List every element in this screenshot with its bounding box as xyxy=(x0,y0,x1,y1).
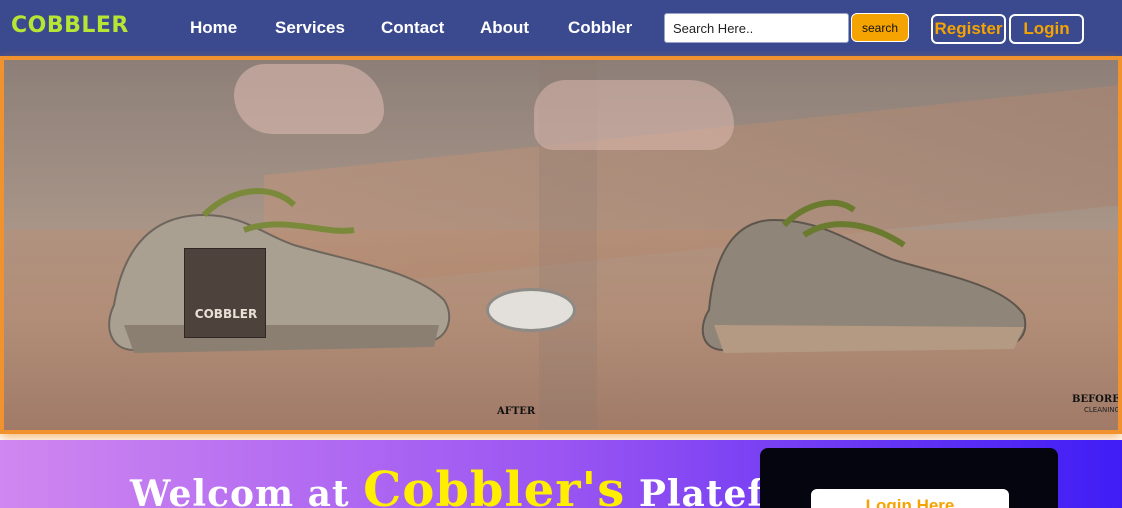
watch-image xyxy=(486,288,576,332)
brand-tag: COBBLER xyxy=(184,248,266,338)
hand-image xyxy=(534,80,734,150)
nav-link-about[interactable]: About xyxy=(480,18,529,38)
before-label: BEFORE xyxy=(1072,394,1120,405)
dirty-shoe-image xyxy=(701,199,1027,353)
welcome-section: Welcom at Cobbler's Plateform Login Here xyxy=(0,440,1122,508)
hand-image xyxy=(234,64,384,134)
clean-shoe-image xyxy=(108,188,451,353)
brand-tag-text: COBBLER xyxy=(194,307,258,321)
brand-logo[interactable]: COBBLER xyxy=(11,13,129,38)
nav-link-home[interactable]: Home xyxy=(190,18,237,38)
login-button[interactable]: Login xyxy=(1009,14,1084,44)
after-label: AFTER xyxy=(497,406,536,417)
welcome-title: Welcom at Cobbler's Plateform xyxy=(130,462,848,508)
cleaning-label: CLEANING xyxy=(1084,406,1120,414)
login-panel: Login Here xyxy=(760,448,1058,508)
nav-link-contact[interactable]: Contact xyxy=(381,18,444,38)
nav-link-services[interactable]: Services xyxy=(275,18,345,38)
search-button[interactable]: search xyxy=(851,13,909,42)
navbar: COBBLER Home Services Contact About Cobb… xyxy=(0,0,1122,56)
welcome-brand: Cobbler's xyxy=(363,462,626,508)
hero-image: COBBLER AFTER BEFORE CLEANING xyxy=(0,56,1122,434)
register-button[interactable]: Register xyxy=(931,14,1006,44)
login-here-button[interactable]: Login Here xyxy=(811,489,1009,508)
nav-link-cobbler[interactable]: Cobbler xyxy=(568,18,632,38)
welcome-prefix: Welcom at xyxy=(130,473,350,508)
search-input[interactable] xyxy=(664,13,849,43)
